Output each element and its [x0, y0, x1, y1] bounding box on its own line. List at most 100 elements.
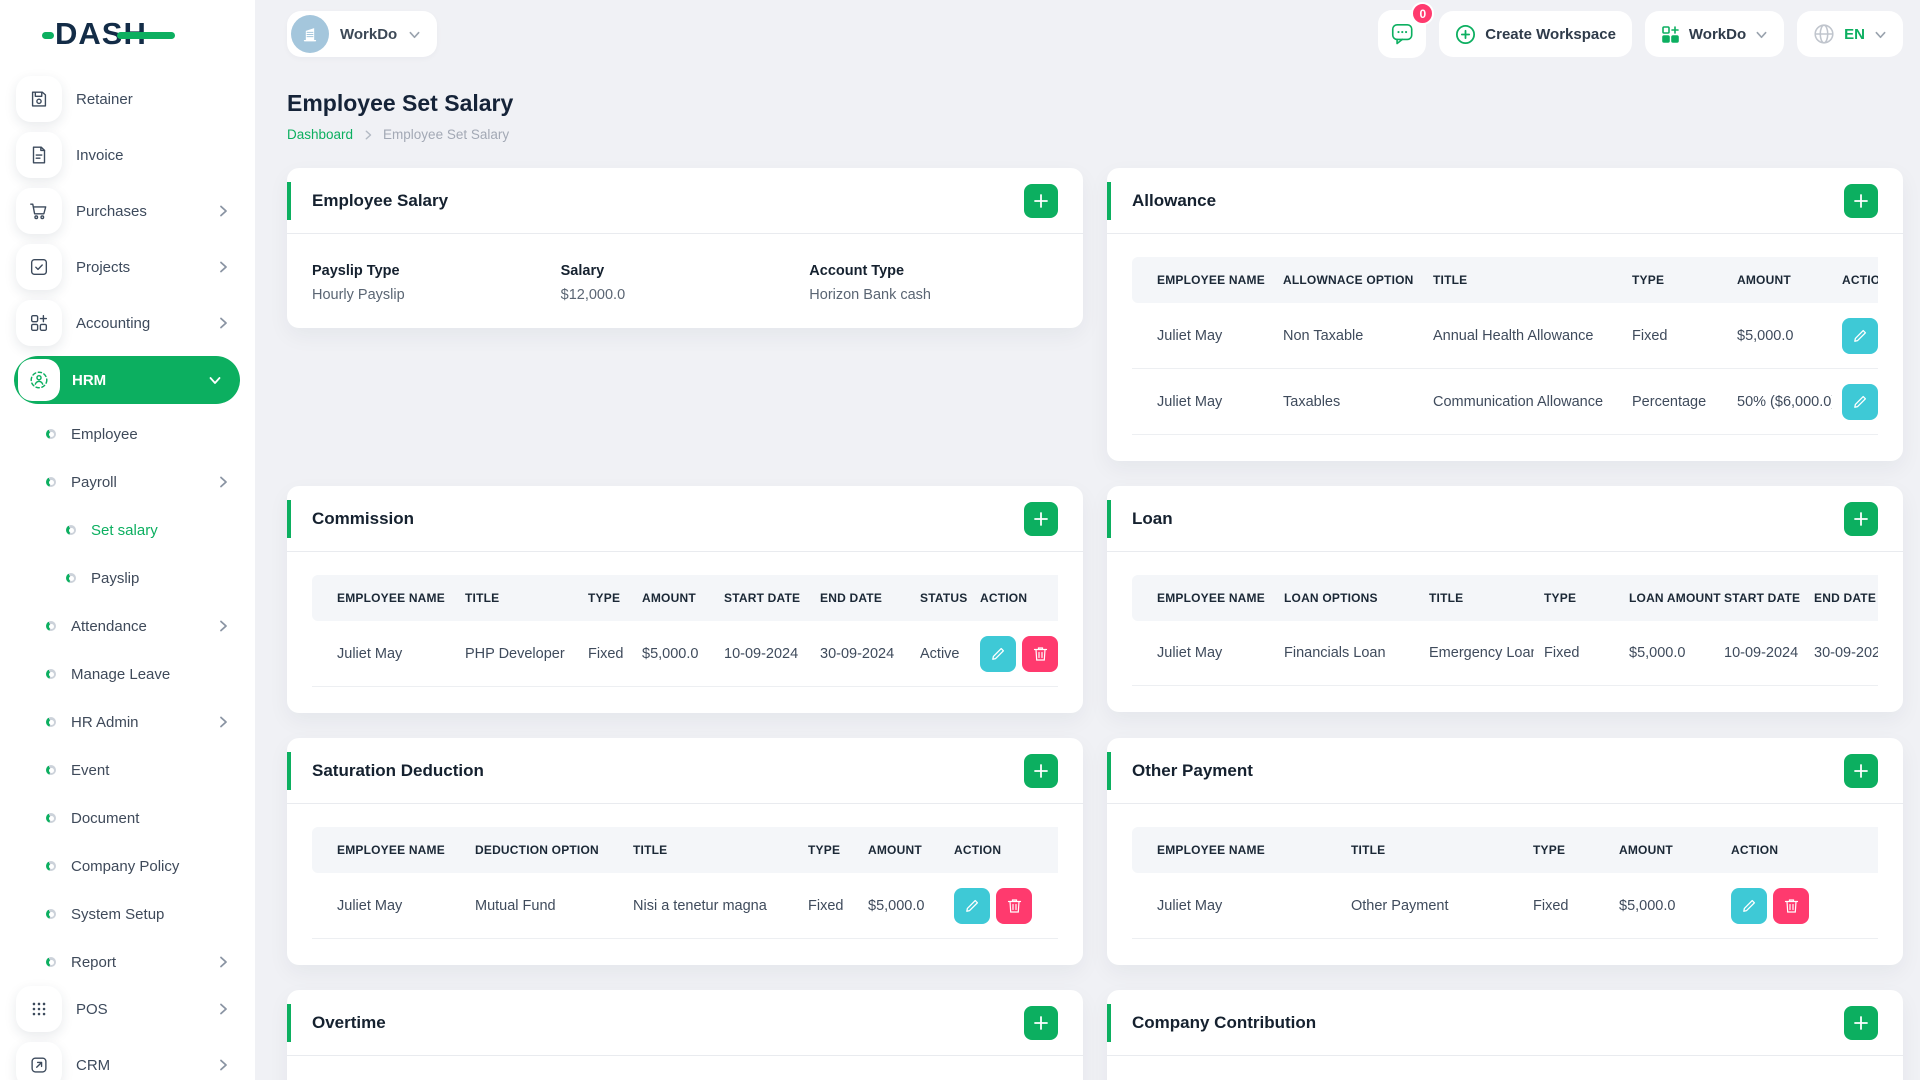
- sidebar-subitem-report[interactable]: Report: [0, 938, 255, 986]
- column-header: LOAN OPTIONS: [1274, 575, 1419, 621]
- column-header: TITLE: [1419, 575, 1534, 621]
- card-grid: Employee Salary Payslip Type Hourly Pays…: [287, 168, 1903, 1080]
- column-header: START DATE: [1714, 575, 1804, 621]
- bullet-icon: [46, 813, 56, 823]
- cell: $5,000.0: [632, 621, 714, 687]
- workspace-avatar-icon: [291, 15, 329, 53]
- pencil-icon: [1854, 395, 1867, 408]
- breadcrumb-dashboard-link[interactable]: Dashboard: [287, 127, 353, 142]
- cell: Fixed: [1622, 303, 1727, 369]
- card-employee-salary: Employee Salary Payslip Type Hourly Pays…: [287, 168, 1083, 328]
- sidebar-item-label: HRM: [72, 371, 107, 389]
- sidebar-item-accounting[interactable]: Accounting: [16, 300, 241, 346]
- sidebar-item-purchases[interactable]: Purchases: [16, 188, 241, 234]
- sidebar-subitem-label: Report: [71, 953, 117, 971]
- sidebar-item-label: Projects: [76, 258, 131, 276]
- chevron-right-icon: [217, 260, 229, 274]
- commission-table: EMPLOYEE NAME TITLE TYPE AMOUNT START DA…: [312, 575, 1058, 687]
- sidebar-subitem-document[interactable]: Document: [0, 794, 255, 842]
- breadcrumb-current: Employee Set Salary: [383, 127, 510, 142]
- field-value: Horizon Bank cash: [809, 287, 931, 303]
- sidebar-subitem-system-setup[interactable]: System Setup: [0, 890, 255, 938]
- allowance-table: EMPLOYEE NAME ALLOWNACE OPTION TITLE TYP…: [1132, 257, 1878, 435]
- sidebar-item-pos[interactable]: POS: [16, 986, 241, 1032]
- column-header: AMOUNT: [858, 827, 944, 873]
- add-overtime-button[interactable]: [1024, 1005, 1058, 1040]
- sidebar-item-projects[interactable]: Projects: [16, 244, 241, 290]
- sidebar-subitem-event[interactable]: Event: [0, 746, 255, 794]
- add-other-payment-button[interactable]: [1844, 753, 1878, 788]
- sidebar-subitem-payslip[interactable]: Payslip: [0, 554, 255, 602]
- bullet-icon: [66, 525, 76, 535]
- invoice-icon: [16, 132, 62, 178]
- sidebar-item-retainer[interactable]: Retainer: [16, 76, 241, 122]
- cell: Emergency Loan: [1419, 621, 1534, 686]
- overtime-body: [287, 1056, 1083, 1080]
- field-label: Account Type: [809, 263, 905, 279]
- topbar-actions: 0 Create Workspace WorkDo EN: [1378, 2, 1903, 58]
- trash-icon: [1033, 646, 1047, 661]
- card-loan: Loan EMPLOYEE NAME LOAN OPTIONS TITLE TY…: [1107, 486, 1903, 712]
- workspace-name: WorkDo: [340, 25, 398, 43]
- add-allowance-button[interactable]: [1844, 183, 1878, 218]
- edit-button[interactable]: [1731, 887, 1767, 924]
- chevron-down-icon: [1756, 31, 1767, 38]
- sidebar-subitem-payroll[interactable]: Payroll: [0, 458, 255, 506]
- edit-button[interactable]: [1842, 317, 1878, 354]
- add-company-contribution-button[interactable]: [1844, 1005, 1878, 1040]
- page-title: Employee Set Salary: [287, 90, 514, 116]
- bullet-icon: [46, 765, 56, 775]
- grid-plus-icon: [16, 300, 62, 346]
- sidebar-item-crm[interactable]: CRM: [16, 1042, 241, 1080]
- column-header: END DATE: [810, 575, 910, 621]
- delete-button[interactable]: [1022, 635, 1058, 672]
- sidebar-item-label: Purchases: [76, 202, 147, 220]
- cart-icon: [16, 188, 62, 234]
- add-commission-button[interactable]: [1024, 501, 1058, 536]
- salary-field: Salary $12,000.0: [561, 263, 810, 303]
- sidebar-subitem-set-salary[interactable]: Set salary: [0, 506, 255, 554]
- delete-button[interactable]: [996, 887, 1032, 924]
- column-header: DEDUCTION OPTION: [465, 827, 623, 873]
- add-deduction-button[interactable]: [1024, 753, 1058, 788]
- sidebar-subitem-employee[interactable]: Employee: [0, 410, 255, 458]
- messages-button[interactable]: 0: [1378, 2, 1435, 58]
- column-header: TITLE: [1341, 827, 1523, 873]
- topbar: WorkDo 0 Create Workspace WorkDo EN: [287, 2, 1903, 58]
- bullet-icon: [46, 957, 56, 967]
- bullet-icon: [46, 477, 56, 487]
- edit-button[interactable]: [1842, 383, 1878, 420]
- edit-button[interactable]: [980, 635, 1016, 672]
- pencil-icon: [966, 899, 979, 912]
- chevron-down-icon: [208, 374, 222, 386]
- workspace-switcher[interactable]: WorkDo: [287, 11, 438, 57]
- add-salary-button[interactable]: [1024, 183, 1058, 218]
- card-overtime: Overtime: [287, 990, 1083, 1080]
- sidebar-subitem-attendance[interactable]: Attendance: [0, 602, 255, 650]
- sidebar-item-invoice[interactable]: Invoice: [16, 132, 241, 178]
- column-header: ACTION: [944, 827, 1058, 873]
- column-header: TITLE: [1423, 257, 1622, 303]
- workdo-apps-label: WorkDo: [1688, 25, 1747, 43]
- card-title: Company Contribution: [1132, 1012, 1317, 1032]
- cell: Annual Health Allowance: [1423, 303, 1622, 369]
- bullet-icon: [46, 429, 56, 439]
- loan-table: EMPLOYEE NAME LOAN OPTIONS TITLE TYPE LO…: [1132, 575, 1878, 686]
- add-loan-button[interactable]: [1844, 501, 1878, 536]
- card-allowance: Allowance EMPLOYEE NAME ALLOWNACE OPTION…: [1107, 168, 1903, 461]
- create-workspace-button[interactable]: Create Workspace: [1439, 11, 1632, 57]
- cell: Juliet May: [1132, 368, 1273, 435]
- language-button[interactable]: EN: [1797, 11, 1903, 57]
- status-cell: Active: [910, 621, 970, 687]
- sidebar-item-hrm[interactable]: HRM: [14, 356, 240, 404]
- cell: 30-09-2024: [810, 621, 910, 687]
- delete-button[interactable]: [1773, 887, 1809, 924]
- cell: Juliet May: [1132, 873, 1341, 939]
- hrm-team-icon: [18, 359, 60, 401]
- workdo-apps-button[interactable]: WorkDo: [1644, 11, 1785, 57]
- sidebar-subitem-hr-admin[interactable]: HR Admin: [0, 698, 255, 746]
- sidebar-subitem-company-policy[interactable]: Company Policy: [0, 842, 255, 890]
- edit-button[interactable]: [954, 887, 990, 924]
- sidebar-subitem-manage-leave[interactable]: Manage Leave: [0, 650, 255, 698]
- table-row: Juliet May Other Payment Fixed $5,000.0: [1132, 873, 1878, 939]
